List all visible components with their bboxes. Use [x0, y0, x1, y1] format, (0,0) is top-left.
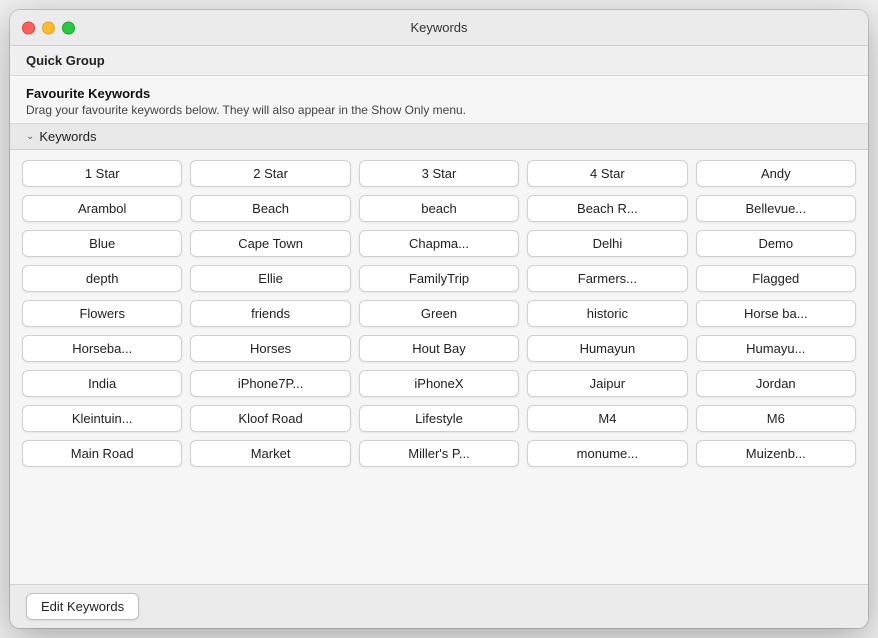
- title-bar: Keywords: [10, 10, 868, 46]
- keyword-tag[interactable]: M6: [696, 405, 856, 432]
- keywords-grid: 1 Star 2 Star 3 Star 4 Star Andy Arambol Beach…: [10, 150, 868, 584]
- keyword-tag[interactable]: Farmers...: [527, 265, 687, 292]
- keyword-tag[interactable]: Horses: [190, 335, 350, 362]
- window-content: Quick Group Favourite Keywords Drag your…: [10, 46, 868, 628]
- keyword-tag[interactable]: 3 Star: [359, 160, 519, 187]
- keyword-tag[interactable]: Beach R...: [527, 195, 687, 222]
- keyword-tag[interactable]: Market: [190, 440, 350, 467]
- keyword-tag[interactable]: M4: [527, 405, 687, 432]
- keyword-tag[interactable]: Humayun: [527, 335, 687, 362]
- keyword-tag[interactable]: Kleintuin...: [22, 405, 182, 432]
- keyword-tag[interactable]: Andy: [696, 160, 856, 187]
- edit-keywords-button[interactable]: Edit Keywords: [26, 593, 139, 620]
- quick-group-label: Quick Group: [26, 53, 105, 68]
- keyword-tag[interactable]: Horseba...: [22, 335, 182, 362]
- favourite-title: Favourite Keywords: [26, 86, 852, 101]
- keywords-header-label: Keywords: [39, 129, 96, 144]
- keywords-header[interactable]: ⌄ Keywords: [10, 124, 868, 150]
- keyword-tag[interactable]: Delhi: [527, 230, 687, 257]
- keyword-tag[interactable]: historic: [527, 300, 687, 327]
- keyword-tag[interactable]: Arambol: [22, 195, 182, 222]
- minimize-button[interactable]: [42, 21, 55, 34]
- keyword-tag[interactable]: monume...: [527, 440, 687, 467]
- keyword-tag[interactable]: 2 Star: [190, 160, 350, 187]
- keyword-tag[interactable]: 4 Star: [527, 160, 687, 187]
- keyword-tag[interactable]: Green: [359, 300, 519, 327]
- keyword-tag[interactable]: iPhoneX: [359, 370, 519, 397]
- keyword-tag[interactable]: depth: [22, 265, 182, 292]
- keyword-tag[interactable]: 1 Star: [22, 160, 182, 187]
- keyword-tag[interactable]: Horse ba...: [696, 300, 856, 327]
- keyword-tag[interactable]: Cape Town: [190, 230, 350, 257]
- window-title: Keywords: [410, 20, 467, 35]
- keyword-tag[interactable]: Main Road: [22, 440, 182, 467]
- keyword-tag[interactable]: Demo: [696, 230, 856, 257]
- keyword-tag[interactable]: beach: [359, 195, 519, 222]
- keyword-tag[interactable]: Kloof Road: [190, 405, 350, 432]
- keyword-tag[interactable]: Chapma...: [359, 230, 519, 257]
- keyword-tag[interactable]: Blue: [22, 230, 182, 257]
- keyword-tag[interactable]: Hout Bay: [359, 335, 519, 362]
- keyword-tag[interactable]: FamilyTrip: [359, 265, 519, 292]
- favourite-desc: Drag your favourite keywords below. They…: [26, 103, 852, 117]
- keyword-tag[interactable]: Jaipur: [527, 370, 687, 397]
- keyword-tag[interactable]: iPhone7P...: [190, 370, 350, 397]
- favourite-section: Favourite Keywords Drag your favourite k…: [10, 76, 868, 124]
- keyword-tag[interactable]: Miller's P...: [359, 440, 519, 467]
- keyword-tag[interactable]: Beach: [190, 195, 350, 222]
- keyword-tag[interactable]: Flowers: [22, 300, 182, 327]
- keyword-tag[interactable]: India: [22, 370, 182, 397]
- traffic-lights: [22, 21, 75, 34]
- keyword-tag[interactable]: friends: [190, 300, 350, 327]
- bottom-bar: Edit Keywords: [10, 584, 868, 628]
- quick-group-bar: Quick Group: [10, 46, 868, 76]
- keyword-tag[interactable]: Bellevue...: [696, 195, 856, 222]
- keyword-tag[interactable]: Flagged: [696, 265, 856, 292]
- keyword-tag[interactable]: Muizenb...: [696, 440, 856, 467]
- keyword-tag[interactable]: Lifestyle: [359, 405, 519, 432]
- keyword-tag[interactable]: Jordan: [696, 370, 856, 397]
- keyword-tag[interactable]: Humayu...: [696, 335, 856, 362]
- keyword-tag[interactable]: Ellie: [190, 265, 350, 292]
- chevron-down-icon: ⌄: [26, 131, 34, 142]
- maximize-button[interactable]: [62, 21, 75, 34]
- keywords-window: Keywords Quick Group Favourite Keywords …: [10, 10, 868, 628]
- close-button[interactable]: [22, 21, 35, 34]
